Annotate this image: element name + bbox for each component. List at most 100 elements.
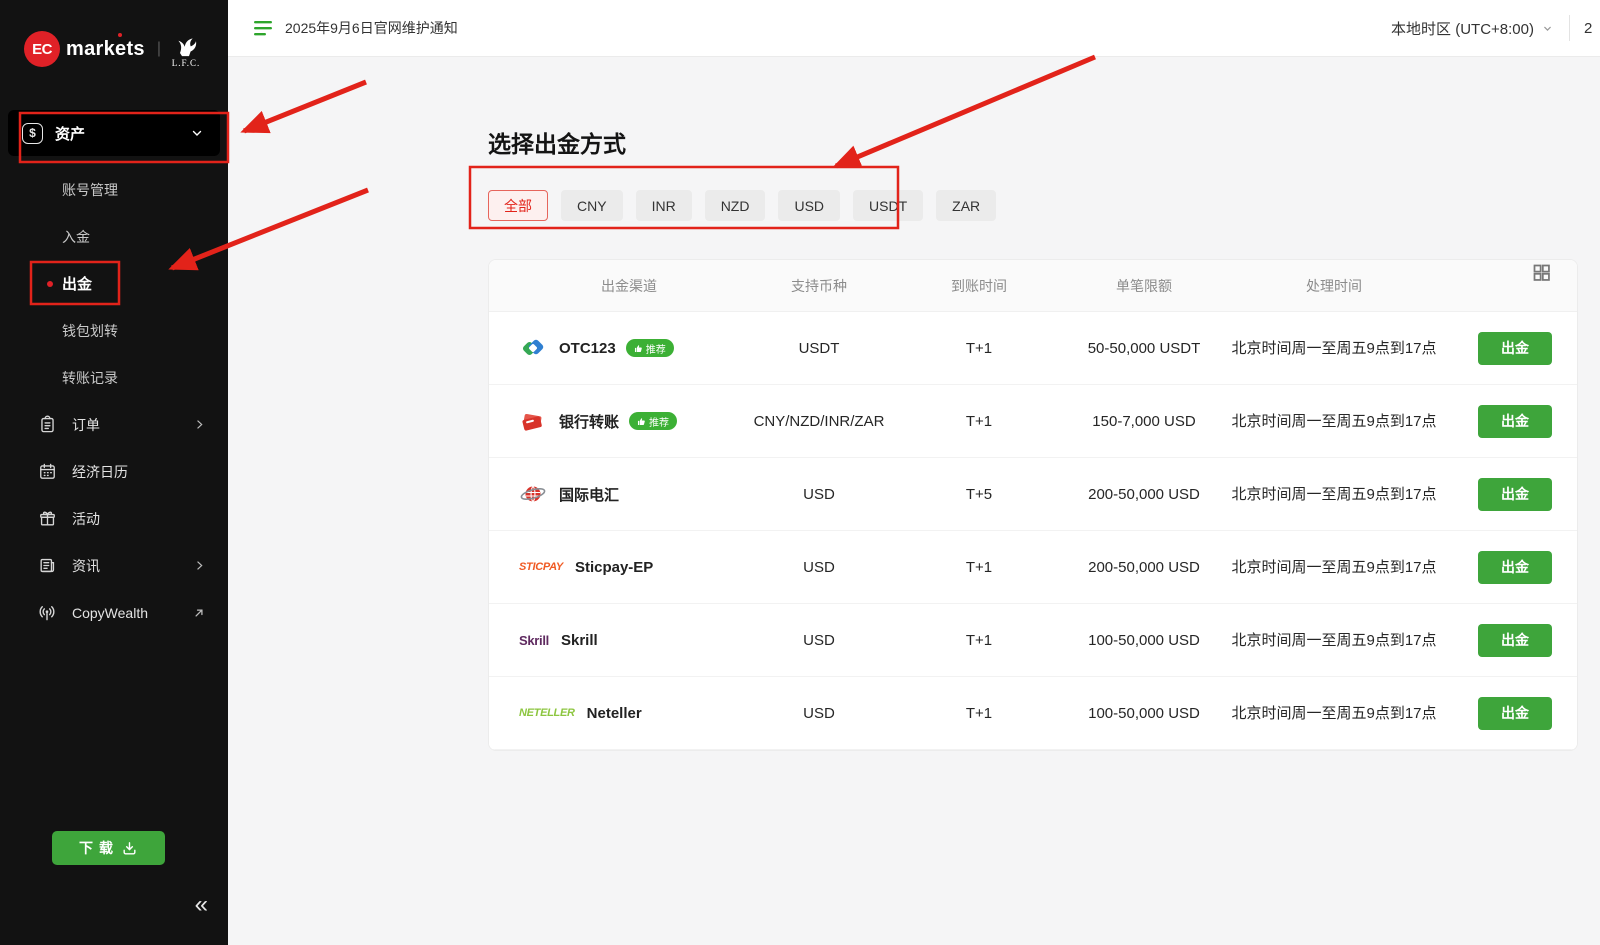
processing-time-cell: 北京时间周一至周五9点到17点 bbox=[1229, 483, 1439, 506]
channel-cell: 银行转账 推荐 bbox=[489, 408, 739, 434]
action-cell: 出金 bbox=[1439, 332, 1577, 365]
channel-cell: 国际电汇 bbox=[489, 481, 739, 507]
table-row: STICPAY Sticpay-EP USD T+1 200-50,000 US… bbox=[489, 531, 1577, 604]
channel-name: Skrill bbox=[561, 632, 598, 649]
limit-cell: 50-50,000 USDT bbox=[1059, 340, 1229, 357]
withdraw-button[interactable]: 出金 bbox=[1478, 332, 1552, 365]
arrival-time-cell: T+1 bbox=[899, 559, 1059, 576]
channel-name: Neteller bbox=[587, 705, 642, 722]
logo-divider: | bbox=[157, 40, 161, 58]
currencies-cell: USD bbox=[739, 705, 899, 722]
channel-cell: OTC123 推荐 bbox=[489, 335, 739, 361]
currency-filter-pill[interactable]: USDT bbox=[853, 190, 923, 221]
currency-filter-bar: 全部 CNY INR NZD USD USDT ZAR bbox=[488, 190, 1578, 221]
chevron-right-icon bbox=[193, 418, 206, 431]
table-row: Skrill Skrill USD T+1 100-50,000 USD 北京时… bbox=[489, 604, 1577, 677]
gift-icon bbox=[36, 509, 58, 528]
submenu-item[interactable]: 账号管理 bbox=[0, 166, 228, 213]
submenu-item[interactable]: 出金 bbox=[0, 260, 228, 307]
channel-name: 国际电汇 bbox=[559, 484, 619, 505]
chevron-right-icon bbox=[193, 559, 206, 572]
channel-name: Sticpay-EP bbox=[575, 559, 653, 576]
withdraw-button[interactable]: 出金 bbox=[1478, 405, 1552, 438]
submenu-item-label: 出金 bbox=[62, 273, 92, 294]
sidebar-item-economic-calendar[interactable]: 经济日历 bbox=[0, 448, 228, 495]
timezone-selector[interactable]: 本地时区 (UTC+8:00) bbox=[1391, 18, 1553, 39]
submenu-item[interactable]: 钱包划转 bbox=[0, 307, 228, 354]
liverbird-icon bbox=[171, 31, 201, 57]
sidebar-item-label: 资产 bbox=[55, 123, 85, 144]
lfc-logo: L.F.C. bbox=[171, 31, 201, 68]
table-header-row: 出金渠道 支持币种 到账时间 单笔限额 处理时间 bbox=[489, 260, 1577, 312]
limit-cell: 100-50,000 USD bbox=[1059, 705, 1229, 722]
currency-filter-pill[interactable]: NZD bbox=[705, 190, 766, 221]
download-button[interactable]: 下载 bbox=[52, 831, 165, 865]
arrival-time-cell: T+1 bbox=[899, 632, 1059, 649]
sidebar-item-label: 活动 bbox=[72, 509, 100, 529]
submenu-item-label: 入金 bbox=[62, 227, 90, 247]
assets-submenu: 账号管理 入金 出金 钱包划转 bbox=[0, 156, 228, 401]
processing-time-cell: 北京时间周一至周五9点到17点 bbox=[1229, 629, 1439, 652]
brand-logo: EC markets | L.F.C. bbox=[0, 0, 228, 78]
bank-transfer-logo-icon bbox=[519, 408, 547, 434]
currencies-cell: USD bbox=[739, 486, 899, 503]
ec-logo-icon: EC bbox=[24, 31, 60, 67]
table-row: 国际电汇 USD T+5 200-50,000 USD 北京时间周一至周五9点到… bbox=[489, 458, 1577, 531]
limit-cell: 200-50,000 USD bbox=[1059, 486, 1229, 503]
action-cell: 出金 bbox=[1439, 697, 1577, 730]
thumbs-up-icon bbox=[634, 344, 643, 353]
currencies-cell: USD bbox=[739, 559, 899, 576]
channel-text-logo: STICPAY bbox=[519, 561, 563, 573]
collapse-sidebar-icon[interactable]: « bbox=[195, 893, 208, 917]
notice-text: 2025年9月6日官网维护通知 bbox=[285, 18, 458, 38]
currency-filter-pill[interactable]: ZAR bbox=[936, 190, 996, 221]
withdraw-button[interactable]: 出金 bbox=[1478, 551, 1552, 584]
sidebar-item-label: 资讯 bbox=[72, 556, 100, 576]
external-link-icon bbox=[192, 606, 206, 620]
sidebar-item-news[interactable]: 资讯 bbox=[0, 542, 228, 589]
sidebar-item-copywealth[interactable]: CopyWealth bbox=[0, 589, 228, 636]
channel-text-logo: NETELLER bbox=[519, 707, 575, 719]
chevron-down-icon bbox=[190, 126, 204, 140]
table-row: 银行转账 推荐 CNY/NZD/INR/ZAR T+1 150-7,000 US… bbox=[489, 385, 1577, 458]
column-header: 单笔限额 bbox=[1059, 276, 1229, 296]
processing-time-cell: 北京时间周一至周五9点到17点 bbox=[1229, 337, 1439, 360]
currencies-cell: USDT bbox=[739, 340, 899, 357]
processing-time-cell: 北京时间周一至周五9点到17点 bbox=[1229, 556, 1439, 579]
sidebar-item-label: 经济日历 bbox=[72, 462, 128, 482]
maintenance-notice[interactable]: 2025年9月6日官网维护通知 bbox=[254, 18, 458, 38]
withdraw-button[interactable]: 出金 bbox=[1478, 697, 1552, 730]
limit-cell: 150-7,000 USD bbox=[1059, 413, 1229, 430]
page-title: 选择出金方式 bbox=[488, 125, 1578, 159]
column-header: 处理时间 bbox=[1229, 276, 1439, 296]
limit-cell: 100-50,000 USD bbox=[1059, 632, 1229, 649]
submenu-item-label: 钱包划转 bbox=[62, 321, 118, 341]
channel-cell: NETELLER Neteller bbox=[489, 705, 739, 722]
action-cell: 出金 bbox=[1439, 478, 1577, 511]
currency-filter-pill[interactable]: 全部 bbox=[488, 190, 548, 221]
sidebar-item-orders[interactable]: 订单 bbox=[0, 401, 228, 448]
sidebar-item-activities[interactable]: 活动 bbox=[0, 495, 228, 542]
submenu-item[interactable]: 转账记录 bbox=[0, 354, 228, 401]
sidebar-item-assets[interactable]: $ 资产 bbox=[8, 110, 220, 156]
currency-filter-pill[interactable]: CNY bbox=[561, 190, 623, 221]
submenu-item-label: 账号管理 bbox=[62, 180, 118, 200]
wire-transfer-logo-icon bbox=[519, 481, 547, 507]
limit-cell: 200-50,000 USD bbox=[1059, 559, 1229, 576]
active-dot bbox=[47, 281, 53, 287]
brand-wordmark: markets bbox=[66, 38, 145, 61]
clock-text-clipped: 2 bbox=[1584, 20, 1600, 37]
channel-text-logo: Skrill bbox=[519, 633, 549, 648]
currency-filter-pill[interactable]: USD bbox=[778, 190, 840, 221]
currencies-cell: USD bbox=[739, 632, 899, 649]
currency-filter-pill[interactable]: INR bbox=[636, 190, 692, 221]
grid-view-icon[interactable] bbox=[1531, 262, 1552, 283]
channel-cell: STICPAY Sticpay-EP bbox=[489, 559, 739, 576]
otc123-logo-icon bbox=[519, 335, 547, 361]
channel-name: OTC123 bbox=[559, 340, 616, 357]
withdraw-button[interactable]: 出金 bbox=[1478, 478, 1552, 511]
withdraw-button[interactable]: 出金 bbox=[1478, 624, 1552, 657]
submenu-item[interactable]: 入金 bbox=[0, 213, 228, 260]
recommended-badge: 推荐 bbox=[629, 412, 677, 430]
column-header: 出金渠道 bbox=[489, 276, 739, 296]
